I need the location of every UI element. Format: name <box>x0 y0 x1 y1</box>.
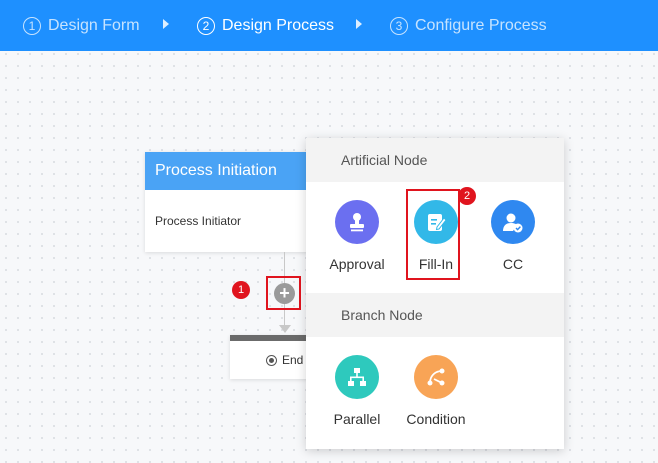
step-number: 1 <box>23 16 41 35</box>
step-design-process[interactable]: 2 Design Process <box>197 0 334 51</box>
step-number: 3 <box>390 16 408 35</box>
chevron-right-icon <box>163 19 169 29</box>
node-option-label: Condition <box>406 411 466 427</box>
end-icon <box>266 354 277 366</box>
step-configure-process[interactable]: 3 Configure Process <box>390 0 547 51</box>
end-label: End <box>282 353 304 367</box>
step-label: Configure Process <box>415 16 547 34</box>
node-option-condition[interactable]: Condition <box>401 355 471 427</box>
step-label: Design Form <box>48 16 140 34</box>
section-title-artificial: Artificial Node <box>306 138 564 182</box>
user-cc-icon <box>491 200 535 244</box>
process-initiation-node[interactable]: Process Initiation Process Initiator <box>145 152 320 252</box>
node-option-approval[interactable]: Approval <box>322 200 392 272</box>
section-title-branch: Branch Node <box>306 293 564 337</box>
condition-icon <box>414 355 458 399</box>
step-number: 2 <box>197 16 215 35</box>
highlight-box <box>266 276 301 310</box>
arrow-down-icon <box>279 325 291 333</box>
step-label: Design Process <box>222 16 335 34</box>
highlight-box <box>406 189 460 280</box>
step-badge: 1 <box>232 281 250 299</box>
node-type-popup: Artificial Node Approval Fill-In CC Bran… <box>306 138 564 449</box>
chevron-right-icon <box>356 19 362 29</box>
step-design-form[interactable]: 1 Design Form <box>23 0 140 51</box>
node-option-label: Parallel <box>333 411 381 427</box>
node-option-cc[interactable]: CC <box>478 200 548 272</box>
node-option-label: CC <box>502 256 524 272</box>
node-title: Process Initiation <box>145 152 320 190</box>
node-option-label: Approval <box>329 256 385 272</box>
step-badge: 2 <box>458 187 476 205</box>
node-option-parallel[interactable]: Parallel <box>322 355 392 427</box>
node-body: Process Initiator <box>155 214 242 228</box>
parallel-icon <box>335 355 379 399</box>
steps-header: 1 Design Form 2 Design Process 3 Configu… <box>0 0 658 51</box>
stamp-icon <box>335 200 379 244</box>
